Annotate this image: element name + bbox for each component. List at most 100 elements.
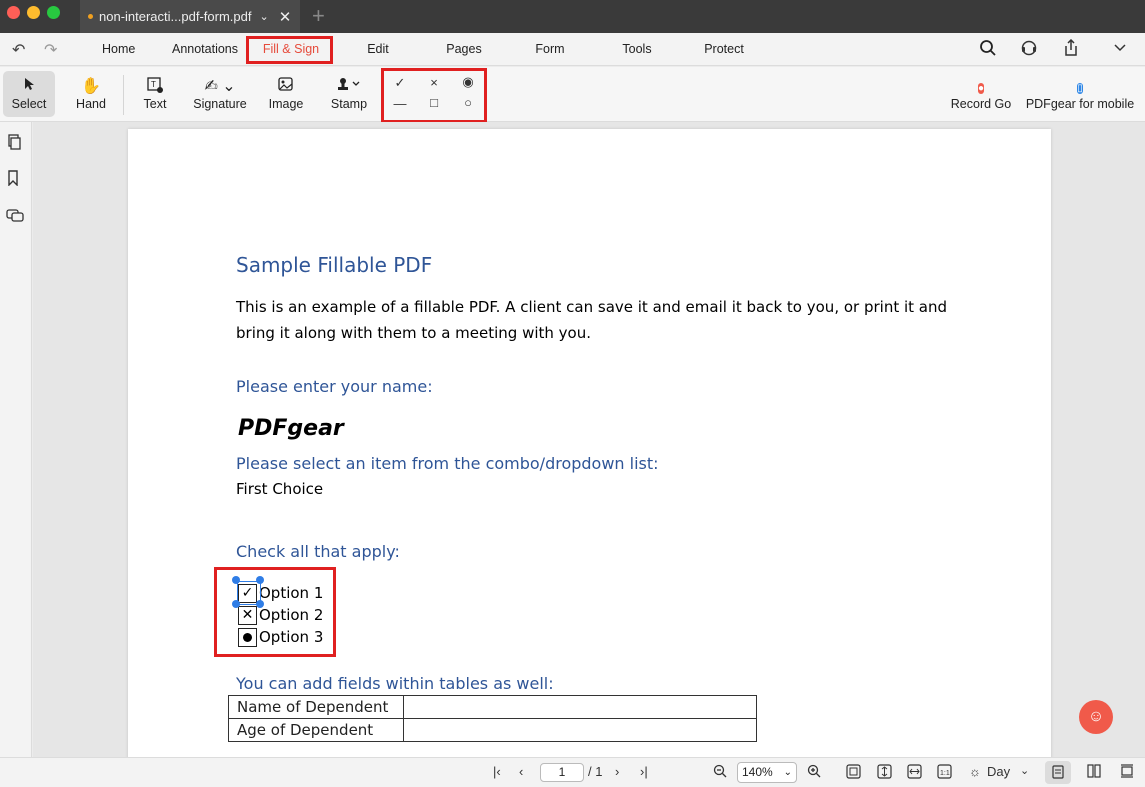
pdfgear-mobile-button[interactable]: ▯ PDFgear for mobile	[1023, 71, 1137, 117]
minimize-window-button[interactable]	[27, 6, 40, 19]
hand-tool[interactable]: ✋ Hand	[68, 71, 114, 117]
combo-field-value[interactable]: First Choice	[236, 477, 323, 502]
intro-line-2: bring it along with them to a meeting wi…	[236, 324, 592, 342]
image-tool-label: Image	[268, 97, 304, 111]
toolbar: Select ✋ Hand T Text ✍︎ ⌄ Signature Imag…	[0, 67, 1145, 122]
document-title: Sample Fillable PDF	[236, 253, 433, 277]
single-page-view-icon[interactable]	[1045, 761, 1071, 784]
zoom-value: 140%	[742, 765, 773, 779]
name-prompt: Please enter your name:	[236, 377, 433, 396]
menu-pages[interactable]: Pages	[446, 42, 482, 56]
select-tool-label: Select	[11, 97, 47, 111]
hand-tool-label: Hand	[76, 97, 106, 111]
stamp-tool[interactable]: Stamp	[327, 71, 371, 117]
toolbar-divider	[123, 75, 124, 115]
table-cell-label: Name of Dependent	[228, 695, 404, 719]
new-tab-icon[interactable]: +	[312, 3, 325, 29]
menu-bar: ↶ ↷ Home Annotations Fill & Sign Edit Pa…	[0, 33, 1145, 66]
menu-tools[interactable]: Tools	[621, 42, 653, 56]
chevron-down-icon[interactable]: ⌄	[1020, 764, 1029, 777]
signature-tool-label: Signature	[193, 97, 247, 111]
table-row: Name of Dependent	[228, 695, 757, 719]
comments-icon[interactable]	[6, 208, 24, 228]
stamp-tool-label: Stamp	[330, 97, 368, 111]
zoom-out-icon[interactable]	[713, 764, 727, 781]
support-headset-icon[interactable]	[1020, 39, 1038, 62]
search-icon[interactable]	[979, 39, 997, 62]
check-prompt: Check all that apply:	[236, 542, 400, 561]
document-tab[interactable]: non-interacti...pdf-form.pdf ⌄ ✕	[80, 0, 300, 33]
menu-edit[interactable]: Edit	[366, 42, 390, 56]
chevron-down-icon[interactable]	[1113, 39, 1127, 59]
stamp-icon	[336, 77, 362, 97]
mobile-icon: ▯	[1077, 83, 1083, 94]
zoom-select[interactable]: 140% ⌄	[737, 762, 797, 783]
tab-title: non-interacti...pdf-form.pdf	[99, 9, 252, 24]
svg-text:T: T	[151, 80, 156, 89]
select-tool[interactable]: Select	[3, 71, 55, 117]
table-cell-label: Age of Dependent	[228, 718, 404, 742]
status-bar: |‹ ‹ 1 / 1 › ›| 140% ⌄ 1:1 ☼ Day ⌄	[0, 757, 1145, 787]
table-prompt: You can add fields within tables as well…	[236, 674, 554, 693]
sun-icon[interactable]: ☼	[969, 764, 981, 779]
signature-icon: ✍︎ ⌄	[204, 78, 236, 95]
zoom-in-icon[interactable]	[807, 764, 821, 781]
zoom-window-button[interactable]	[47, 6, 60, 19]
table-row: Age of Dependent	[228, 718, 757, 742]
document-canvas[interactable]: Sample Fillable PDF This is an example o…	[33, 122, 1145, 757]
signature-tool[interactable]: ✍︎ ⌄ Signature	[190, 71, 250, 117]
image-tool[interactable]: Image	[265, 71, 307, 117]
bookmark-icon[interactable]	[6, 170, 20, 190]
two-page-view-icon[interactable]	[1087, 764, 1101, 781]
theme-label[interactable]: Day	[987, 764, 1010, 779]
redo-icon[interactable]: ↷	[44, 40, 57, 60]
last-page-icon[interactable]: ›|	[640, 764, 648, 779]
cursor-arrow-icon	[23, 77, 35, 97]
unsaved-dot-icon	[88, 14, 93, 19]
pdf-page[interactable]: Sample Fillable PDF This is an example o…	[128, 129, 1051, 757]
fit-height-icon[interactable]	[877, 764, 892, 782]
name-field-value[interactable]: PDFgear	[238, 416, 344, 441]
menu-form[interactable]: Form	[535, 42, 565, 56]
dependents-table: Name of Dependent Age of Dependent	[228, 695, 757, 742]
fit-page-icon[interactable]	[846, 764, 861, 782]
close-window-button[interactable]	[7, 6, 20, 19]
title-bar: non-interacti...pdf-form.pdf ⌄ ✕ +	[0, 0, 1145, 33]
pdfgear-mobile-label: PDFgear for mobile	[1025, 97, 1135, 111]
image-icon	[278, 77, 294, 97]
shapes-highlight-box	[381, 68, 487, 123]
first-page-icon[interactable]: |‹	[493, 764, 501, 779]
page-number-input[interactable]: 1	[540, 763, 584, 782]
page-total: / 1	[588, 764, 603, 779]
hand-icon: ✋	[81, 78, 101, 95]
record-icon: ●	[977, 83, 985, 94]
pages-icon[interactable]	[6, 134, 22, 154]
close-tab-icon[interactable]: ✕	[279, 8, 292, 26]
undo-icon[interactable]: ↶	[12, 40, 25, 60]
actual-size-icon[interactable]: 1:1	[937, 764, 952, 782]
assistant-bot-icon[interactable]: ☺	[1079, 700, 1113, 734]
record-go-button[interactable]: ● Record Go	[948, 71, 1014, 117]
record-go-label: Record Go	[950, 97, 1012, 111]
dependent-name-field[interactable]	[403, 695, 757, 719]
intro-line-1: This is an example of a fillable PDF. A …	[236, 298, 948, 316]
fill-sign-highlight-box	[246, 36, 333, 64]
text-tool-label: Text	[143, 97, 167, 111]
scroll-view-icon[interactable]	[1120, 764, 1134, 781]
fit-width-icon[interactable]	[907, 764, 922, 782]
prev-page-icon[interactable]: ‹	[519, 764, 523, 779]
menu-protect[interactable]: Protect	[702, 42, 746, 56]
dependent-age-field[interactable]	[403, 718, 757, 742]
options-highlight-box	[214, 567, 336, 657]
menu-home[interactable]: Home	[102, 42, 135, 56]
svg-text:1:1: 1:1	[940, 770, 950, 777]
chevron-down-icon: ⌄	[783, 767, 792, 778]
combo-prompt: Please select an item from the combo/dro…	[236, 454, 659, 473]
chevron-down-icon[interactable]: ⌄	[259, 10, 268, 23]
menu-annotations[interactable]: Annotations	[170, 42, 240, 56]
text-box-icon: T	[147, 77, 163, 97]
text-tool[interactable]: T Text	[138, 71, 172, 117]
share-icon[interactable]	[1063, 38, 1079, 62]
next-page-icon[interactable]: ›	[615, 764, 619, 779]
left-sidebar	[0, 122, 32, 757]
